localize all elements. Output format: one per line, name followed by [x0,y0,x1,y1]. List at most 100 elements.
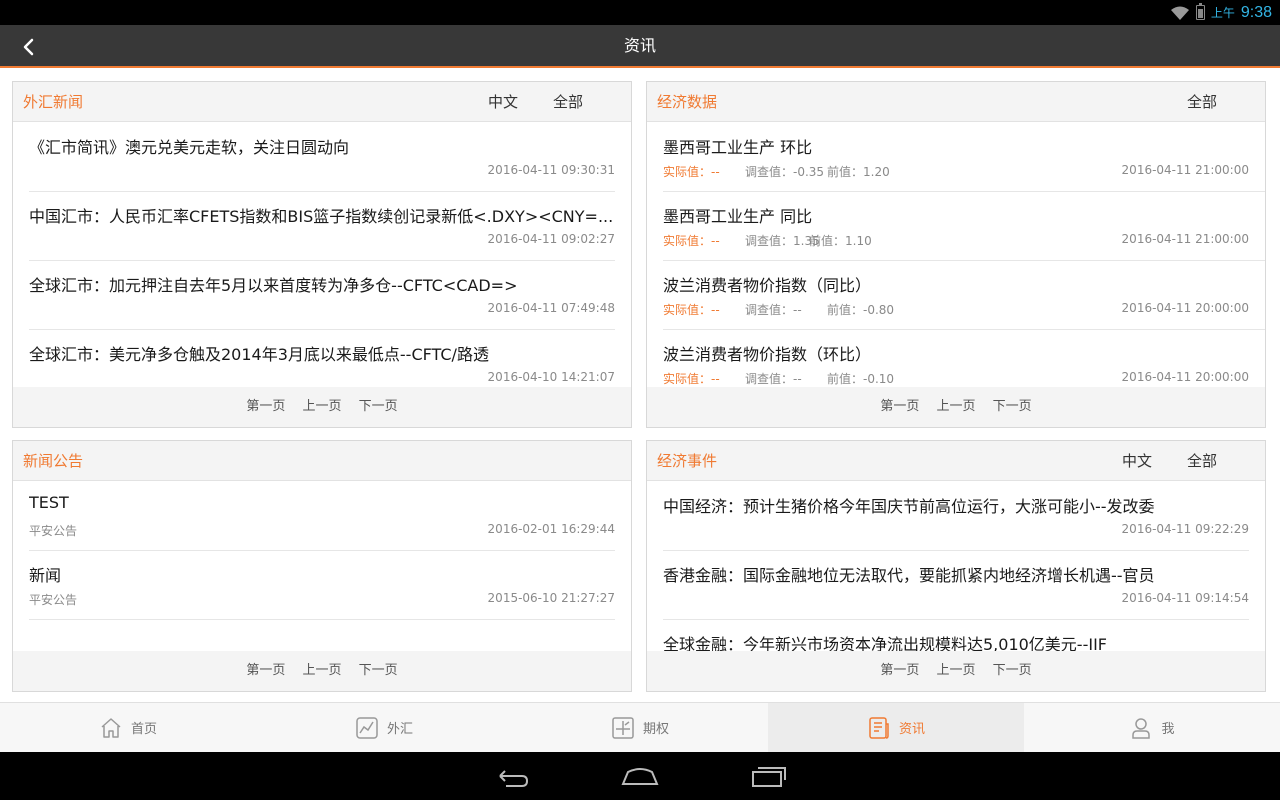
panel-title: 外汇新闻 [23,93,84,111]
event-title: 香港金融：国际金融地位无法取代，要能抓紧内地经济增长机遇--官员 [663,566,1155,585]
filter-all-button[interactable]: 全部 [1187,441,1217,481]
filter-all-button[interactable]: 全部 [1187,82,1217,122]
news-title: 全球汇市：美元净多仓触及2014年3月底以来最低点--CFTC/路透 [29,345,489,364]
recent-apps-icon[interactable] [748,762,788,790]
prev-page-button[interactable]: 上一页 [302,387,341,427]
user-icon [1132,717,1151,739]
next-page-button[interactable]: 下一页 [993,387,1032,427]
first-page-button[interactable]: 第一页 [880,651,919,691]
econ-data-row[interactable]: 波兰消费者物价指数（环比） 实际值：-- 调查值：-- 前值：-0.10 201… [663,330,1265,387]
news-time: 2016-04-10 14:21:07 [487,370,615,384]
previous-value: 前值：1.10 [809,234,872,248]
actual-value: 实际值：-- [663,234,720,248]
panel-header: 新闻公告 [13,441,631,481]
status-bar: 上午 9:38 [0,0,1280,25]
news-row[interactable]: 全球汇市：美元净多仓触及2014年3月底以来最低点--CFTC/路透 2016-… [29,330,615,387]
actual-value: 实际值：-- [663,372,720,386]
prev-page-button[interactable]: 上一页 [936,651,975,691]
pager: 第一页 上一页 下一页 [13,651,631,691]
title-bar: 资讯 [0,25,1280,68]
announcement-source: 平安公告 [29,524,78,538]
event-time: 2016-04-11 09:14:54 [1121,591,1249,605]
options-icon [612,716,634,739]
news-icon [869,716,889,739]
pager: 第一页 上一页 下一页 [647,387,1265,427]
page-title: 资讯 [623,36,656,55]
chart-icon [356,716,378,739]
prev-page-button[interactable]: 上一页 [936,387,975,427]
panel-header: 外汇新闻 中文 全部 [13,82,631,122]
panel-header: 经济事件 中文 全部 [647,441,1265,481]
first-page-button[interactable]: 第一页 [246,651,285,691]
filter-chinese-button[interactable]: 中文 [1122,441,1152,481]
news-title: 中国汇市：人民币汇率CFETS指数和BIS篮子指数续创记录新低<.DXY><CN… [29,207,614,226]
tab-label: 首页 [130,722,157,737]
econ-data-row[interactable]: 墨西哥工业生产 环比 实际值：-- 调查值：-0.35 前值：1.20 2016… [663,123,1265,192]
previous-value: 前值：1.20 [827,165,890,179]
back-nav-icon[interactable] [492,762,532,790]
announcement-title: TEST [29,493,69,512]
tab-label: 我 [1161,722,1175,737]
tab-label: 期权 [642,722,669,737]
pager: 第一页 上一页 下一页 [647,651,1265,691]
tab-label: 资讯 [898,722,925,737]
home-icon [101,717,121,738]
next-page-button[interactable]: 下一页 [359,387,398,427]
announcement-row[interactable]: TEST 平安公告 2016-02-01 16:29:44 [29,482,615,551]
event-row[interactable]: 香港金融：国际金融地位无法取代，要能抓紧内地经济增长机遇--官员 2016-04… [663,551,1249,620]
announcement-row[interactable]: 新闻 平安公告 2015-06-10 21:27:27 [29,551,615,620]
next-page-button[interactable]: 下一页 [993,651,1032,691]
announcements-panel: 新闻公告 TEST 平安公告 2016-02-01 16:29:44 新闻 平安… [12,440,632,692]
news-title: 全球汇市：加元押注自去年5月以来首度转为净多仓--CFTC<CAD=> [29,276,518,295]
home-nav-icon[interactable] [620,762,660,790]
econ-data-time: 2016-04-11 21:00:00 [1121,232,1249,246]
tab-me[interactable]: 我 [1024,703,1280,752]
tab-home[interactable]: 首页 [0,703,256,752]
survey-value: 调查值：-- [745,303,802,317]
wifi-icon [1170,6,1189,20]
news-row[interactable]: 《汇市简讯》澳元兑美元走软，关注日圆动向 2016-04-11 09:30:31 [29,123,615,192]
announcement-source: 平安公告 [29,593,78,607]
prev-page-button[interactable]: 上一页 [302,651,341,691]
system-navigation-bar [0,752,1280,800]
actual-value: 实际值：-- [663,303,720,317]
event-row[interactable]: 全球金融：今年新兴市场资本净流出规模料达5,010亿美元--IIF [663,620,1249,652]
previous-value: 前值：-0.10 [827,372,895,386]
event-time: 2016-04-11 09:22:29 [1121,522,1249,536]
battery-icon [1195,3,1205,20]
actual-value: 实际值：-- [663,165,720,179]
news-time: 2016-04-11 07:49:48 [487,301,615,315]
econ-data-time: 2016-04-11 20:00:00 [1121,370,1249,384]
tab-forex[interactable]: 外汇 [256,703,512,752]
tab-options[interactable]: 期权 [512,703,768,752]
filter-chinese-button[interactable]: 中文 [488,82,518,122]
econ-data-row[interactable]: 波兰消费者物价指数（同比） 实际值：-- 调查值：-- 前值：-0.80 201… [663,261,1265,330]
econ-data-row[interactable]: 墨西哥工业生产 同比 实际值：-- 调查值：1.35 前值：1.10 2016-… [663,192,1265,261]
pager: 第一页 上一页 下一页 [13,387,631,427]
panel-header: 经济数据 全部 [647,82,1265,122]
announcement-title: 新闻 [29,566,62,585]
econ-data-time: 2016-04-11 21:00:00 [1121,163,1249,177]
news-row[interactable]: 中国汇市：人民币汇率CFETS指数和BIS篮子指数续创记录新低<.DXY><CN… [29,192,615,261]
news-row[interactable]: 全球汇市：加元押注自去年5月以来首度转为净多仓--CFTC<CAD=> 2016… [29,261,615,330]
status-clock: 9:38 [1240,3,1272,21]
announcement-time: 2015-06-10 21:27:27 [487,591,615,605]
econ-data-title: 墨西哥工业生产 环比 [663,138,813,157]
econ-data-title: 墨西哥工业生产 同比 [663,207,813,226]
event-row[interactable]: 中国经济：预计生猪价格今年国庆节前高位运行，大涨可能小--发改委 2016-04… [663,482,1249,551]
panel-title: 经济事件 [657,452,718,470]
panel-title: 新闻公告 [23,452,84,470]
filter-all-button[interactable]: 全部 [553,82,583,122]
first-page-button[interactable]: 第一页 [880,387,919,427]
econ-data-title: 波兰消费者物价指数（同比） [663,276,872,295]
survey-value: 调查值：-0.35 [745,165,825,179]
previous-value: 前值：-0.80 [827,303,895,317]
panel-title: 经济数据 [657,93,718,111]
event-title: 全球金融：今年新兴市场资本净流出规模料达5,010亿美元--IIF [663,635,1107,652]
first-page-button[interactable]: 第一页 [246,387,285,427]
economic-data-panel: 经济数据 全部 墨西哥工业生产 环比 实际值：-- 调查值：-0.35 前值：1… [646,81,1266,428]
news-time: 2016-04-11 09:30:31 [487,163,615,177]
next-page-button[interactable]: 下一页 [359,651,398,691]
tab-news[interactable]: 资讯 [768,703,1024,752]
econ-data-title: 波兰消费者物价指数（环比） [663,345,872,364]
